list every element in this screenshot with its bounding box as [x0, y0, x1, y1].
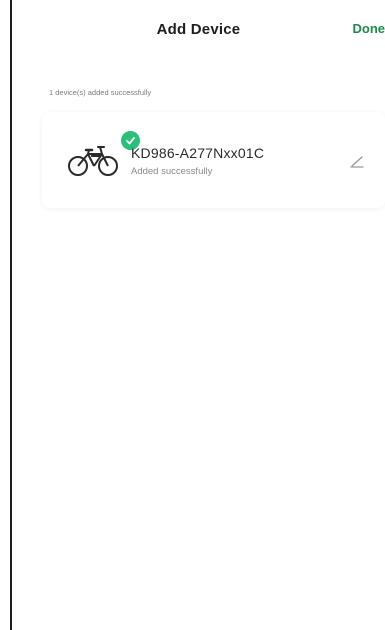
top-bar: Add Device Done: [12, 0, 385, 62]
pencil-icon[interactable]: [349, 153, 365, 169]
content-area: Add Device Done 1 device(s) added succes…: [12, 0, 385, 630]
device-card[interactable]: KD986-A277Nxx01C Added successfully: [42, 112, 385, 208]
device-name: KD986-A277Nxx01C: [131, 145, 265, 161]
device-status: Added successfully: [131, 166, 213, 177]
done-button[interactable]: Done: [353, 21, 385, 36]
add-device-screen: Add Device Done 1 device(s) added succes…: [0, 0, 385, 630]
bicycle-icon: [64, 134, 124, 184]
page-title: Add Device: [156, 21, 241, 38]
added-status-message: 1 device(s) added successfully: [49, 88, 152, 97]
